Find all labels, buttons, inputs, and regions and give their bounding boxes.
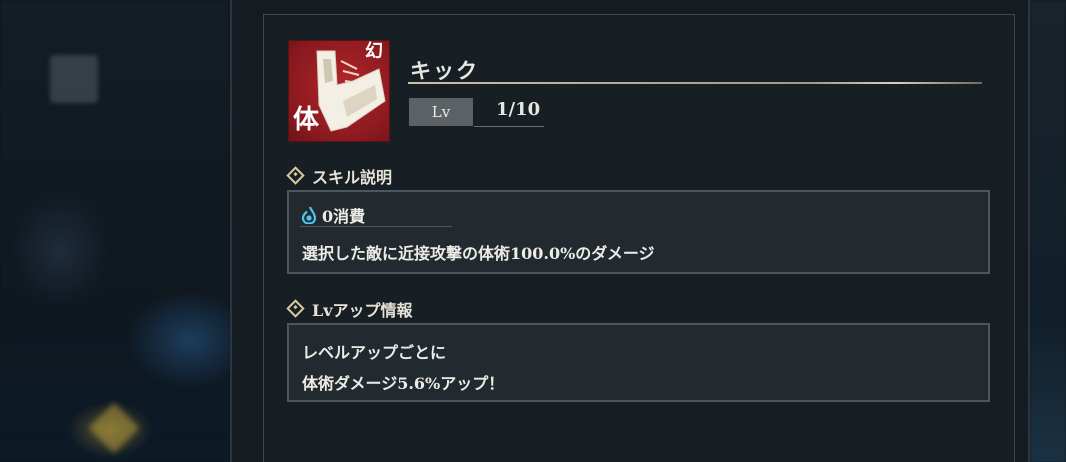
levelup-section-title: Lvアップ情報	[286, 297, 413, 321]
diamond-bullet-icon	[286, 165, 305, 185]
skill-name-divider	[408, 82, 982, 84]
description-section-title: スキル説明	[286, 164, 393, 188]
background-scene-left	[0, 0, 230, 462]
mana-drop-icon	[302, 206, 316, 224]
levelup-title-text: Lvアップ情報	[312, 301, 413, 320]
skill-mark-glyph: 幻	[365, 41, 383, 62]
skill-name: キック	[410, 58, 479, 83]
description-text: 選択した敵に近接攻撃の体術100.0%のダメージ	[302, 244, 655, 263]
description-title-text: スキル説明	[312, 168, 393, 187]
kick-skill-icon: 体 幻	[288, 40, 390, 142]
cost-row: 0消費	[302, 203, 365, 227]
skill-type-kanji: 体	[293, 105, 320, 135]
level-value: 1/10	[496, 99, 541, 120]
levelup-line-2: 体術ダメージ5.6%アップ！	[302, 374, 505, 393]
background-menu-icon	[50, 55, 98, 103]
level-underline	[474, 126, 544, 127]
levelup-line-1: レベルアップごとに	[302, 343, 447, 362]
cost-underline	[300, 226, 452, 227]
cost-text: 0消費	[322, 207, 366, 226]
diamond-bullet-icon	[286, 298, 305, 318]
level-label-badge: Lv	[409, 98, 473, 126]
background-scene-right	[1030, 0, 1066, 462]
